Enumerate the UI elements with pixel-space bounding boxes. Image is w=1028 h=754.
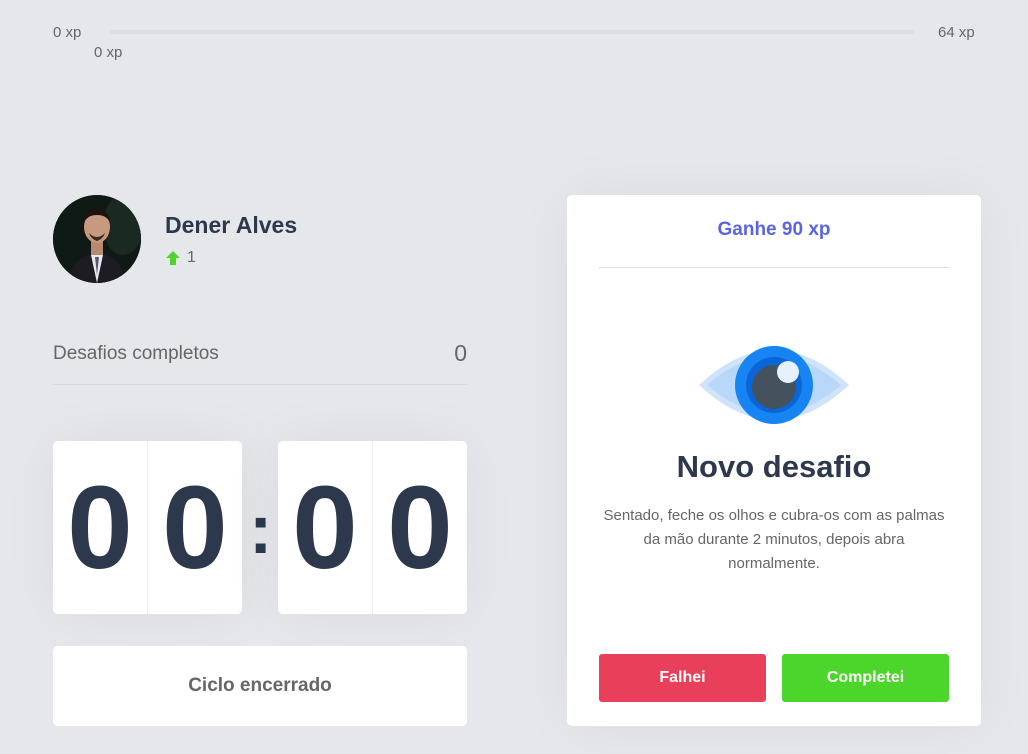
- second-tens-digit: 0: [278, 441, 373, 614]
- countdown-timer: 0 0 : 0 0: [53, 441, 467, 614]
- experience-bar: 0 xp 0 xp 64 xp: [0, 0, 1028, 70]
- profile-name: Dener Alves: [165, 212, 298, 238]
- completed-button[interactable]: Completei: [782, 654, 949, 702]
- failed-button[interactable]: Falhei: [599, 654, 766, 702]
- completed-challenges: Desafios completos 0: [53, 338, 467, 385]
- seconds-box: 0 0: [278, 441, 467, 614]
- challenge-xp-gain: Ganhe 90 xp: [717, 219, 831, 240]
- challenge-card-header: Ganhe 90 xp: [599, 195, 949, 268]
- level-value: 1: [187, 249, 196, 266]
- second-ones-digit: 0: [387, 461, 453, 594]
- level-up-arrow-icon: [166, 251, 180, 265]
- eye-icon: [699, 346, 849, 424]
- cycle-ended-button[interactable]: Ciclo encerrado: [53, 646, 467, 726]
- xp-max-label: 64 xp: [938, 24, 975, 41]
- time-separator: :: [249, 490, 273, 568]
- profile-level: 1: [165, 249, 196, 267]
- minute-ones-digit: 0: [162, 461, 228, 594]
- completed-challenges-count: 0: [454, 340, 467, 366]
- xp-track: [110, 30, 914, 34]
- xp-current-label: 0 xp: [94, 44, 123, 61]
- challenge-description: Sentado, feche os olhos e cubra-os com a…: [603, 507, 945, 572]
- avatar: [53, 195, 141, 283]
- minute-tens-digit: 0: [53, 441, 148, 614]
- challenge-card: Ganhe 90 xp Novo desafio Sentado, feche …: [567, 195, 981, 726]
- completed-challenges-label: Desafios completos: [53, 343, 219, 364]
- minutes-box: 0 0: [53, 441, 242, 614]
- profile: Dener Alves 1: [53, 195, 467, 283]
- xp-min-label: 0 xp: [53, 24, 82, 41]
- challenge-title: Novo desafio: [676, 449, 872, 484]
